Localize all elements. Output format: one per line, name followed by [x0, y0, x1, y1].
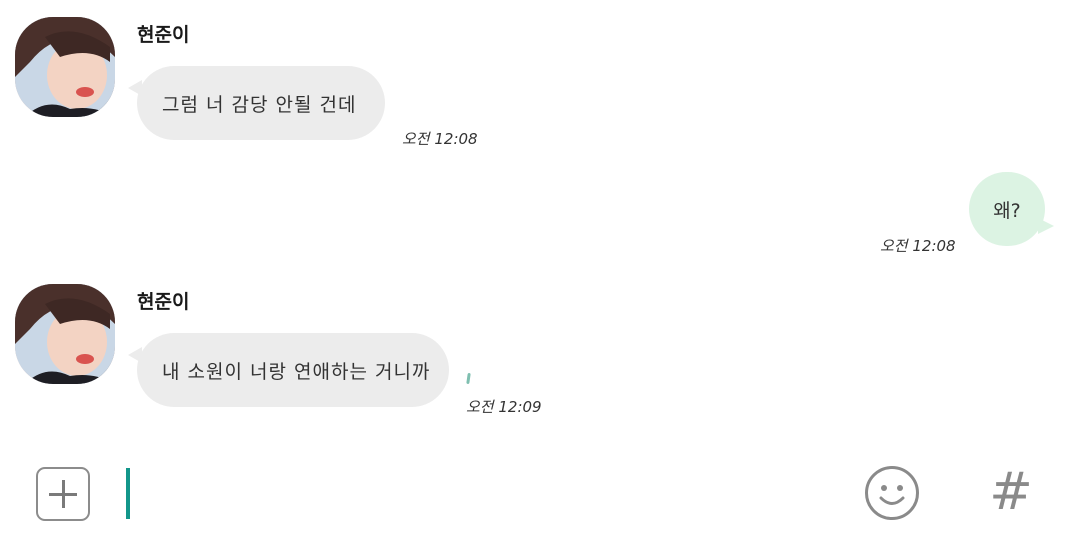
message-timestamp: 오전 12:08 [402, 130, 478, 148]
message-text: 왜? [993, 199, 1021, 222]
sender-avatar[interactable] [15, 17, 115, 117]
sender-avatar[interactable] [15, 284, 115, 384]
sender-name: 현준이 [137, 24, 190, 46]
smiley-icon[interactable] [864, 465, 920, 521]
avatar-photo [15, 284, 115, 384]
sender-name: 현준이 [137, 291, 190, 313]
message-timestamp: 오전 12:08 [880, 237, 956, 255]
plus-icon[interactable] [36, 467, 90, 521]
incoming-message-bubble[interactable]: 그럼 너 감당 안될 건데 [128, 66, 385, 140]
message-text: 그럼 너 감당 안될 건데 [162, 93, 357, 116]
message-text: 내 소원이 너랑 연애하는 거니까 [162, 360, 431, 383]
read-indicator [466, 372, 471, 385]
hashtag-button[interactable]: # [983, 462, 1039, 522]
incoming-message-bubble[interactable]: 내 소원이 너랑 연애하는 거니까 [128, 333, 449, 407]
outgoing-message-bubble[interactable]: 왜? [969, 172, 1054, 246]
text-cursor [126, 468, 130, 519]
avatar-photo [15, 17, 115, 117]
message-input-bar: # [0, 460, 1065, 530]
message-timestamp: 오전 12:09 [466, 398, 542, 416]
chat-view: 현준이 그럼 너 감당 안될 건데 오전 12:08 왜? 오전 12:08 현… [0, 0, 1065, 556]
message-input[interactable] [118, 460, 842, 530]
